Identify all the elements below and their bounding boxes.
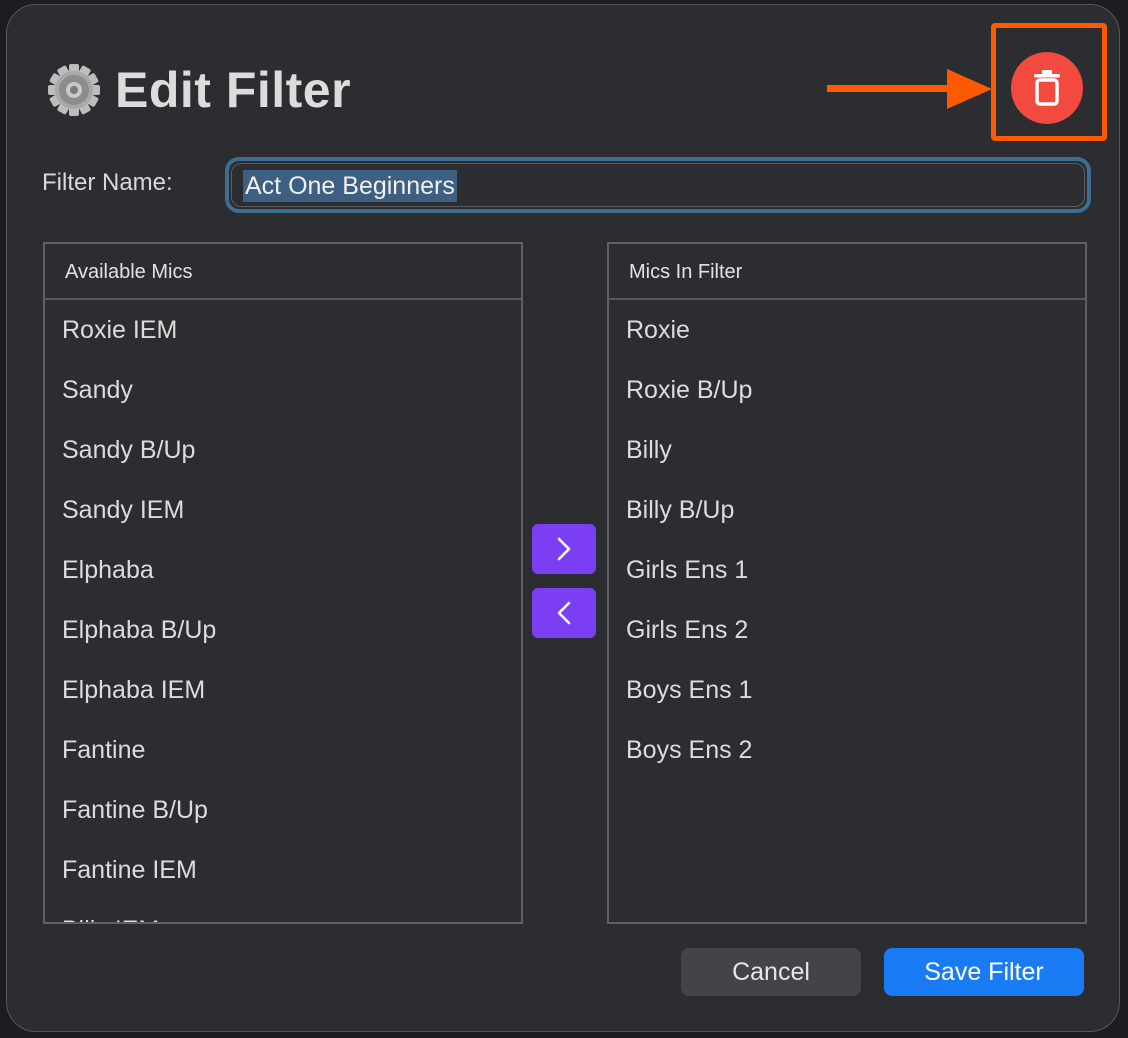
chevron-left-icon	[557, 601, 571, 625]
list-item[interactable]: Fantine IEM	[45, 840, 521, 900]
list-item[interactable]: Sandy	[45, 360, 521, 420]
list-item[interactable]: Sandy B/Up	[45, 420, 521, 480]
dialog-header: Edit Filter	[47, 55, 351, 125]
add-to-filter-button[interactable]	[532, 524, 596, 574]
list-item[interactable]: Billy	[609, 420, 1085, 480]
delete-filter-button[interactable]	[1011, 52, 1083, 124]
mics-in-filter-list[interactable]: Mics In Filter Roxie Roxie B/Up Billy Bi…	[607, 242, 1087, 924]
list-item[interactable]: Roxie IEM	[45, 300, 521, 360]
list-item[interactable]: Elphaba	[45, 540, 521, 600]
list-item[interactable]: Boys Ens 2	[609, 720, 1085, 780]
list-item[interactable]: Girls Ens 1	[609, 540, 1085, 600]
filter-name-value[interactable]: Act One Beginners	[243, 170, 457, 202]
annotation-arrow	[827, 69, 992, 109]
available-mics-header: Available Mics	[45, 244, 521, 300]
save-filter-button[interactable]: Save Filter	[884, 948, 1084, 996]
list-item[interactable]: Roxie B/Up	[609, 360, 1085, 420]
available-mics-items: Roxie IEM Sandy Sandy B/Up Sandy IEM Elp…	[45, 300, 521, 922]
filter-name-label: Filter Name:	[42, 169, 173, 196]
mics-in-filter-header: Mics In Filter	[609, 244, 1085, 300]
list-item[interactable]: Billy B/Up	[609, 480, 1085, 540]
list-item[interactable]: Fantine B/Up	[45, 780, 521, 840]
list-item[interactable]: Girls Ens 2	[609, 600, 1085, 660]
list-item[interactable]: Sandy IEM	[45, 480, 521, 540]
available-mics-list[interactable]: Available Mics Roxie IEM Sandy Sandy B/U…	[43, 242, 523, 924]
dialog-title: Edit Filter	[115, 62, 352, 118]
edit-filter-dialog: Edit Filter Filter Name: Act One Beginne…	[6, 4, 1120, 1032]
mics-in-filter-items: Roxie Roxie B/Up Billy Billy B/Up Girls …	[609, 300, 1085, 780]
list-item[interactable]: Elphaba IEM	[45, 660, 521, 720]
list-item[interactable]: Billy IEM	[45, 900, 521, 922]
remove-from-filter-button[interactable]	[532, 588, 596, 638]
chevron-right-icon	[557, 537, 571, 561]
list-item[interactable]: Elphaba B/Up	[45, 600, 521, 660]
list-item[interactable]: Fantine	[45, 720, 521, 780]
list-item[interactable]: Roxie	[609, 300, 1085, 360]
gear-icon	[48, 64, 100, 116]
trash-icon	[1034, 70, 1060, 106]
list-item[interactable]: Boys Ens 1	[609, 660, 1085, 720]
cancel-button[interactable]: Cancel	[681, 948, 861, 996]
filter-name-input[interactable]: Act One Beginners	[225, 157, 1091, 213]
